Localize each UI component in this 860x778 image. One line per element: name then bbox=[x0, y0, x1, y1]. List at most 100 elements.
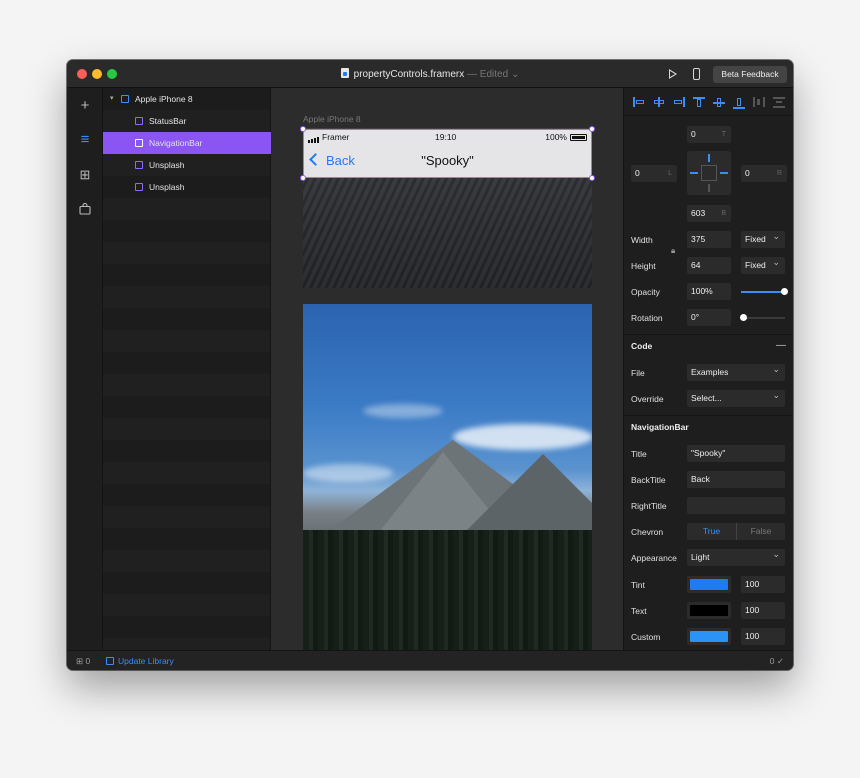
expand-chevron-icon[interactable]: ▾ bbox=[110, 88, 114, 110]
pin-right-input[interactable]: 0R bbox=[741, 165, 787, 182]
custom-color-label: Custom bbox=[631, 632, 661, 642]
layer-label: Apple iPhone 8 bbox=[135, 94, 193, 104]
status-count[interactable]: 0 ✓ bbox=[770, 656, 784, 667]
backtitle-input[interactable]: Back bbox=[687, 471, 785, 488]
layer-apple-iphone-8[interactable]: ▾ Apple iPhone 8 bbox=[103, 88, 271, 110]
align-left-icon[interactable] bbox=[633, 97, 645, 107]
alignment-toolbar bbox=[624, 88, 793, 116]
file-select[interactable]: Examples bbox=[687, 361, 785, 381]
layer-unsplash[interactable]: Unsplash bbox=[103, 154, 271, 176]
component-icon bbox=[135, 161, 143, 169]
component-count[interactable]: ⊞ 0 bbox=[76, 656, 90, 667]
tint-alpha-input[interactable]: 100 bbox=[741, 576, 785, 593]
opacity-label: Opacity bbox=[631, 287, 660, 297]
device-preview-icon[interactable] bbox=[693, 68, 700, 80]
tint-color-swatch[interactable] bbox=[687, 576, 731, 593]
constraints-diagram[interactable] bbox=[687, 151, 731, 195]
code-section-title: Code bbox=[631, 341, 653, 351]
tint-color-fill bbox=[690, 579, 728, 590]
aspect-lock-icon[interactable]: 🔒︎ bbox=[671, 246, 675, 256]
beta-feedback-button[interactable]: Beta Feedback bbox=[713, 66, 787, 83]
collapse-icon[interactable]: — bbox=[776, 340, 786, 351]
resize-handle[interactable] bbox=[589, 175, 595, 181]
pin-top-value: 0 bbox=[691, 129, 696, 139]
unsplash-image-mountain[interactable] bbox=[303, 304, 592, 650]
component-section-title: NavigationBar bbox=[631, 422, 689, 432]
height-label: Height bbox=[631, 261, 656, 271]
resize-handle[interactable] bbox=[300, 126, 306, 132]
update-library-button[interactable]: Update Library bbox=[106, 656, 174, 666]
title-input[interactable]: "Spooky" bbox=[687, 445, 785, 462]
appearance-select[interactable]: Light bbox=[687, 546, 785, 566]
pin-bottom-toggle[interactable] bbox=[708, 184, 710, 192]
righttitle-label: RightTitle bbox=[631, 501, 667, 511]
artboard-label[interactable]: Apple iPhone 8 bbox=[303, 114, 361, 124]
layers-list-icon[interactable]: ≡ bbox=[76, 131, 94, 149]
distribute-horizontal-icon[interactable] bbox=[753, 97, 765, 107]
rotation-slider-knob[interactable] bbox=[740, 314, 747, 321]
pin-left-toggle[interactable] bbox=[690, 172, 698, 174]
pin-left-input[interactable]: 0L bbox=[631, 165, 677, 182]
layer-label: Unsplash bbox=[149, 182, 185, 192]
app-window: propertyControls.framerx — Edited ⌄ Beta… bbox=[67, 60, 793, 670]
appearance-label: Appearance bbox=[631, 553, 677, 563]
distribute-vertical-icon[interactable] bbox=[773, 97, 785, 108]
edited-status: — Edited ⌄ bbox=[464, 69, 520, 80]
document-icon bbox=[340, 68, 349, 78]
opacity-slider-knob[interactable] bbox=[781, 288, 788, 295]
frame-icon bbox=[121, 95, 129, 103]
custom-alpha-input[interactable]: 100 bbox=[741, 628, 785, 645]
backtitle-label: BackTitle bbox=[631, 475, 666, 485]
height-input[interactable]: 64 bbox=[687, 257, 731, 274]
components-grid-icon[interactable]: ⊞ bbox=[76, 166, 94, 184]
align-right-icon[interactable] bbox=[673, 97, 685, 107]
preview-play-icon[interactable] bbox=[669, 69, 677, 79]
chevron-label: Chevron bbox=[631, 527, 664, 537]
rotation-slider-track[interactable] bbox=[741, 317, 785, 319]
width-mode-select[interactable]: Fixed bbox=[741, 228, 785, 248]
pin-left-value: 0 bbox=[635, 168, 640, 178]
text-alpha-input[interactable]: 100 bbox=[741, 602, 785, 619]
code-section-header[interactable]: Code — bbox=[624, 334, 793, 356]
align-top-icon[interactable] bbox=[693, 97, 705, 107]
text-color-label: Text bbox=[631, 606, 647, 616]
righttitle-input[interactable] bbox=[687, 497, 785, 514]
layer-unsplash[interactable]: Unsplash bbox=[103, 176, 271, 198]
override-label: Override bbox=[631, 394, 664, 404]
height-mode-select[interactable]: Fixed bbox=[741, 254, 785, 274]
forest-trees bbox=[303, 530, 592, 650]
tint-label: Tint bbox=[631, 580, 645, 590]
width-input[interactable]: 375 bbox=[687, 231, 731, 248]
text-color-swatch[interactable] bbox=[687, 602, 731, 619]
resize-handle[interactable] bbox=[589, 126, 595, 132]
chevron-true-option[interactable]: True bbox=[687, 523, 736, 540]
align-center-vertical-icon[interactable] bbox=[713, 97, 725, 107]
custom-color-fill bbox=[690, 631, 728, 642]
layer-label: StatusBar bbox=[149, 116, 187, 126]
constraints-inner-box bbox=[701, 165, 717, 181]
document-name: propertyControls.framerx bbox=[353, 69, 465, 80]
canvas[interactable]: Apple iPhone 8 Framer 19:10 100% Back "S… bbox=[271, 88, 623, 650]
align-bottom-icon[interactable] bbox=[733, 97, 745, 109]
override-select[interactable]: Select... bbox=[687, 387, 785, 407]
rotation-input[interactable]: 0° bbox=[687, 309, 731, 326]
chevron-toggle[interactable]: True False bbox=[687, 523, 785, 540]
pin-bottom-suffix: B bbox=[721, 210, 726, 217]
align-center-horizontal-icon[interactable] bbox=[653, 97, 665, 107]
pin-bottom-input[interactable]: 603 B bbox=[687, 205, 731, 222]
insert-plus-icon[interactable]: + bbox=[76, 97, 94, 115]
pin-top-toggle[interactable] bbox=[708, 154, 710, 162]
selection-outline bbox=[303, 129, 592, 178]
document-title[interactable]: propertyControls.framerx — Edited ⌄ bbox=[67, 68, 793, 80]
store-bag-icon[interactable] bbox=[76, 200, 94, 218]
pin-right-toggle[interactable] bbox=[720, 172, 728, 174]
layer-navigationbar[interactable]: NavigationBar bbox=[103, 132, 271, 154]
resize-handle[interactable] bbox=[300, 175, 306, 181]
component-section-header[interactable]: NavigationBar bbox=[624, 415, 793, 437]
pin-top-input[interactable]: 0T bbox=[687, 126, 731, 143]
layer-statusbar[interactable]: StatusBar bbox=[103, 110, 271, 132]
file-label: File bbox=[631, 368, 645, 378]
chevron-false-option[interactable]: False bbox=[736, 523, 785, 540]
custom-color-swatch[interactable] bbox=[687, 628, 731, 645]
opacity-input[interactable]: 100% bbox=[687, 283, 731, 300]
